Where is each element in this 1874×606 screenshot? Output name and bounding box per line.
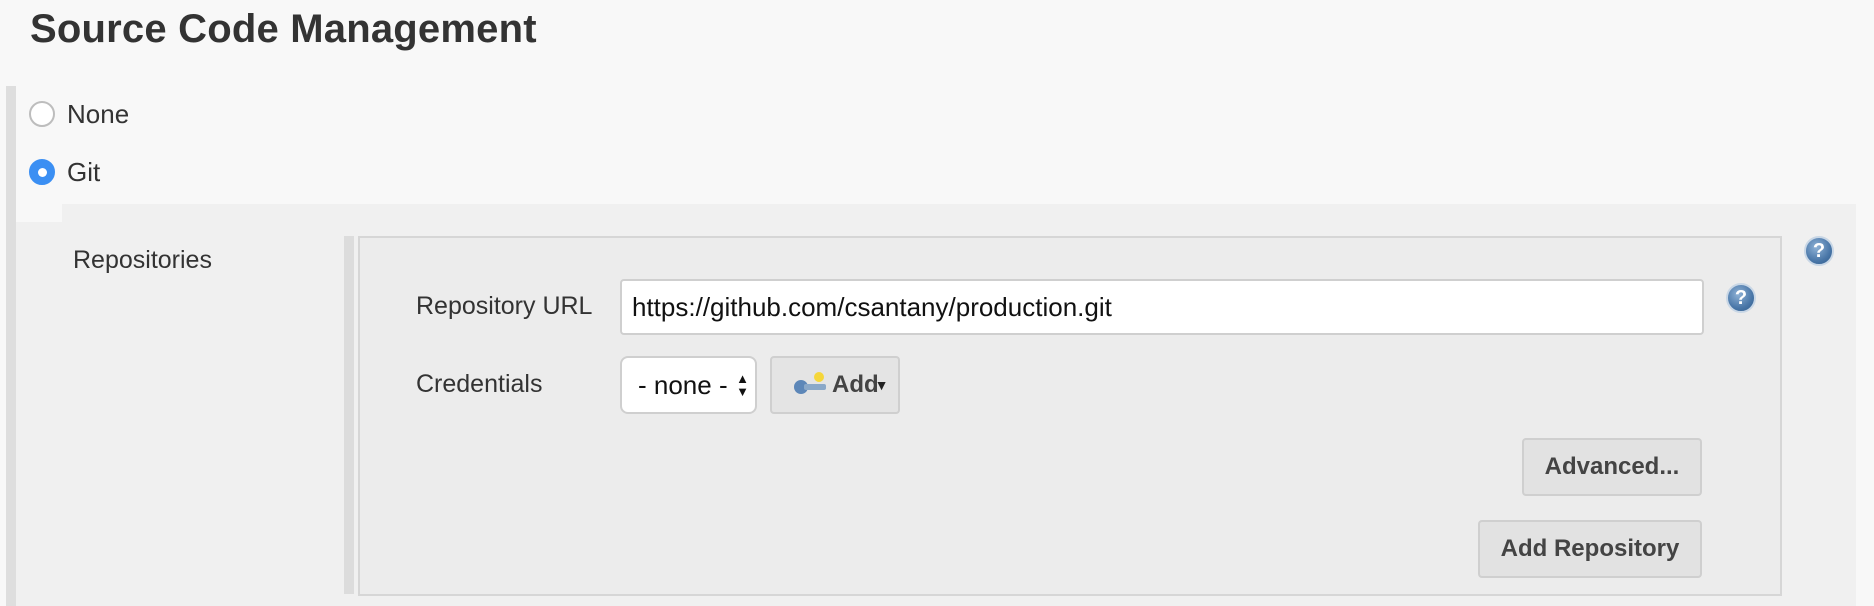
- add-repository-button[interactable]: Add Repository: [1478, 520, 1702, 578]
- add-credentials-label: Add: [832, 371, 879, 398]
- radio-git-label: Git: [67, 156, 101, 187]
- repositories-label: Repositories: [73, 246, 212, 274]
- section-left-bar: [6, 86, 16, 606]
- repository-url-help-icon[interactable]: ?: [1726, 283, 1756, 313]
- key-icon: [794, 372, 828, 398]
- dropdown-caret-icon: ▼: [874, 377, 889, 393]
- credentials-select[interactable]: - none - ▲ ▼: [620, 356, 757, 414]
- repository-drag-handle[interactable]: [344, 236, 354, 594]
- repository-url-label: Repository URL: [416, 292, 593, 320]
- credentials-label: Credentials: [416, 370, 543, 398]
- radio-none[interactable]: [29, 101, 55, 127]
- section-title: Source Code Management: [30, 7, 537, 51]
- advanced-button[interactable]: Advanced...: [1522, 438, 1702, 496]
- select-arrows-icon: ▲ ▼: [736, 371, 749, 399]
- repository-url-input[interactable]: [620, 279, 1704, 335]
- scm-option-git[interactable]: Git: [29, 157, 100, 187]
- repositories-help-icon[interactable]: ?: [1804, 236, 1834, 266]
- radio-git[interactable]: [29, 159, 55, 185]
- help-glyph: ?: [1812, 239, 1826, 262]
- credentials-selected-value: - none -: [638, 369, 728, 400]
- radio-none-label: None: [67, 98, 130, 129]
- git-panel-corner: [16, 204, 62, 222]
- add-credentials-button[interactable]: Add ▼: [770, 356, 900, 414]
- scm-option-none[interactable]: None: [29, 99, 129, 129]
- help-glyph: ?: [1734, 286, 1748, 309]
